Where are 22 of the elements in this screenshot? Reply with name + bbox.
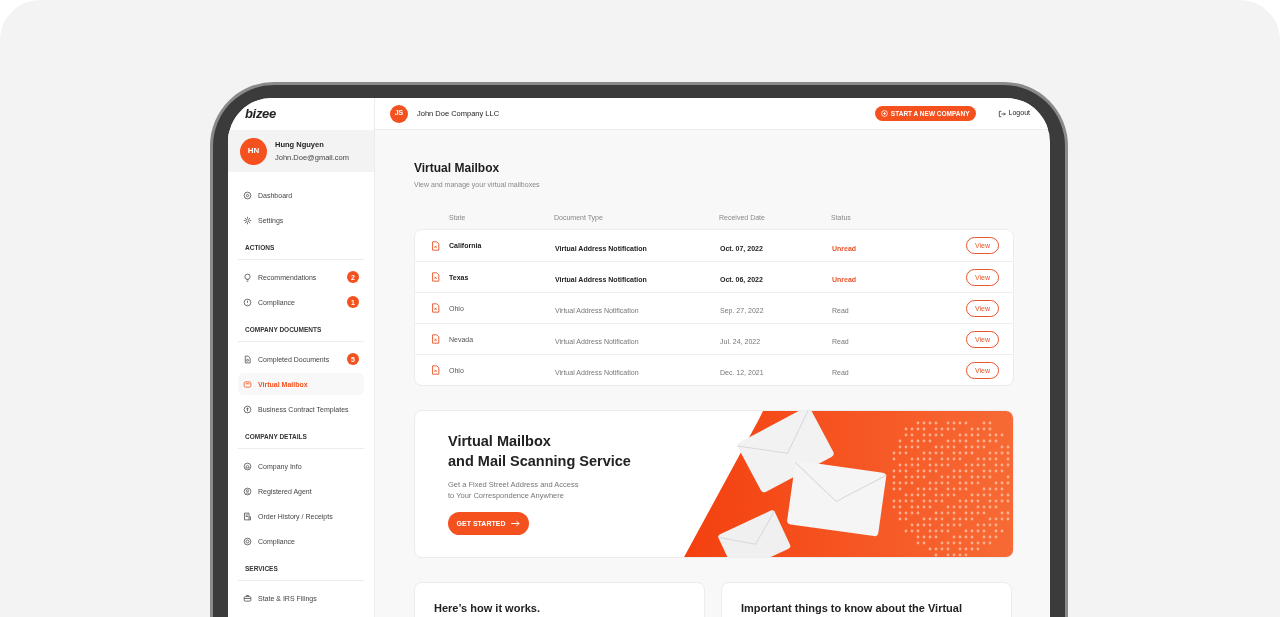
logo[interactable]: bizee xyxy=(245,104,276,124)
document-icon xyxy=(431,240,440,251)
card-title: Important things to know about the Virtual xyxy=(741,601,963,615)
mailbox-icon xyxy=(243,379,252,389)
banner-title: Virtual Mailbox and Mail Scanning Service xyxy=(448,432,632,471)
arrow-right-icon xyxy=(511,520,521,527)
receipt-icon xyxy=(243,511,252,521)
alert-icon xyxy=(243,297,252,307)
document-icon xyxy=(431,334,440,344)
page-title: Virtual Mailbox xyxy=(414,161,501,175)
card-title: Here’s how it works. xyxy=(434,601,541,615)
logout-icon xyxy=(997,109,1006,118)
plus-circle-icon xyxy=(880,110,888,117)
avatar: HN xyxy=(240,137,267,165)
settings-icon xyxy=(243,215,252,225)
briefcase-icon xyxy=(243,593,252,603)
document-icon xyxy=(431,365,440,375)
document-icon xyxy=(431,272,440,282)
document-icon xyxy=(243,354,252,364)
document-icon xyxy=(431,303,440,313)
person-icon xyxy=(243,486,252,496)
lightbulb-icon xyxy=(243,272,252,282)
